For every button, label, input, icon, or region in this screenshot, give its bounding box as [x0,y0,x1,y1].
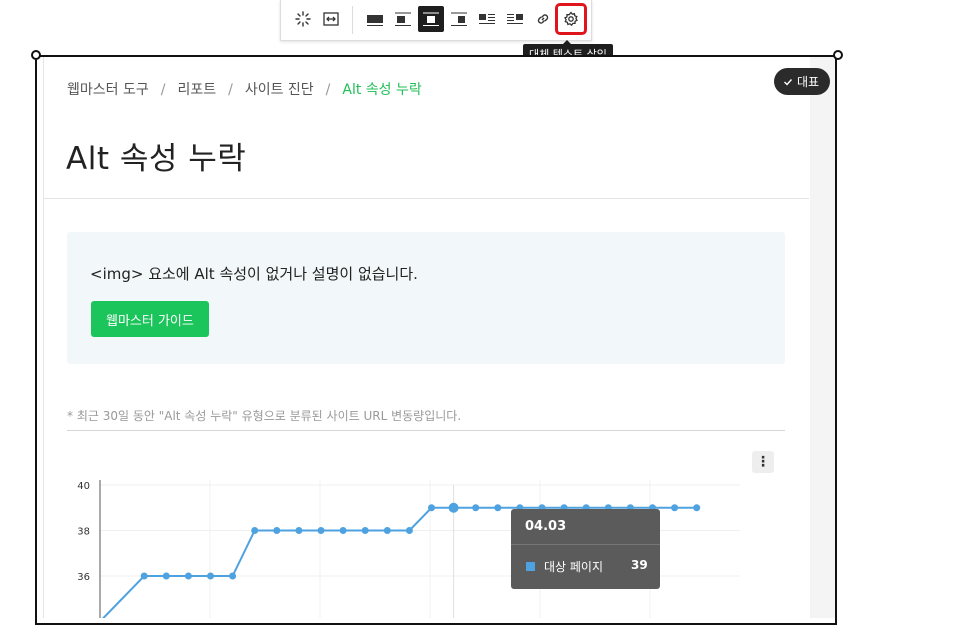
settings-icon[interactable] [555,3,587,35]
align-full-icon[interactable] [362,6,388,32]
align-right-icon[interactable] [446,6,472,32]
align-left-icon[interactable] [390,6,416,32]
magic-icon[interactable] [290,6,316,32]
text-wrap-left-icon[interactable] [474,6,500,32]
selected-image-frame[interactable] [35,55,837,625]
representative-badge[interactable]: 대표 [774,68,831,95]
text-wrap-right-icon[interactable] [502,6,528,32]
image-toolbar [280,0,592,41]
badge-label: 대표 [797,75,820,89]
toolbar-divider [352,6,353,34]
check-icon [784,78,793,86]
link-icon[interactable] [530,6,556,32]
resize-handle[interactable] [31,50,41,60]
resize-icon[interactable] [318,6,344,32]
resize-handle[interactable] [833,50,843,60]
align-center-icon[interactable] [418,6,444,32]
background-text [0,0,4,7]
